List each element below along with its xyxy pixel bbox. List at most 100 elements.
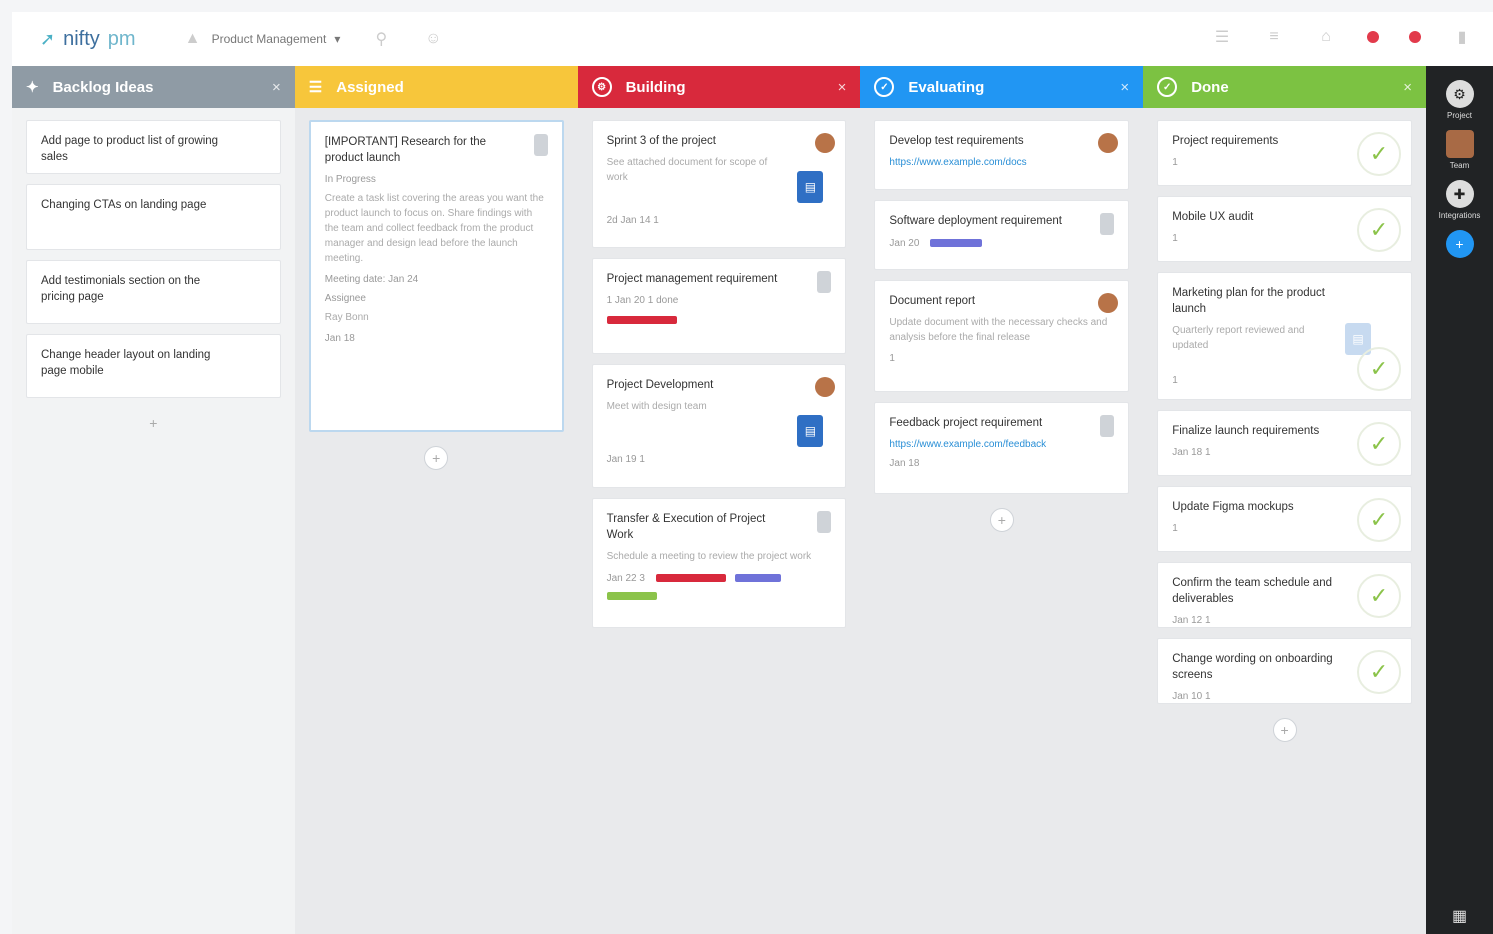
complete-check-icon[interactable]: ✓ — [1356, 498, 1401, 542]
column-header[interactable]: ✓ Done × — [1143, 66, 1426, 108]
close-icon[interactable]: × — [838, 79, 847, 96]
document-icon[interactable]: ▤ — [797, 415, 824, 447]
complete-check-icon[interactable]: ✓ — [1356, 347, 1401, 391]
complete-check-icon[interactable]: ✓ — [1356, 650, 1401, 694]
filter-icon[interactable]: ☰ — [1211, 26, 1233, 48]
task-card[interactable]: ✓ Confirm the team schedule and delivera… — [1157, 562, 1412, 628]
close-icon[interactable]: × — [272, 79, 281, 96]
task-card[interactable]: Add page to product list of growing sale… — [26, 120, 281, 174]
workspace-icon: ▲ — [184, 30, 201, 47]
task-card[interactable]: Develop test requirements https://www.ex… — [874, 120, 1130, 190]
add-card-button[interactable]: + — [1272, 718, 1297, 742]
task-title: Add page to product list of growing sale… — [41, 135, 219, 164]
task-card[interactable]: Feedback project requirement https://www… — [874, 402, 1130, 494]
assignee-icon — [817, 271, 832, 293]
column-title: Building — [625, 78, 686, 96]
column-header[interactable]: ✓ Evaluating × — [860, 66, 1144, 108]
task-card[interactable]: ▤ Sprint 3 of the project See attached d… — [591, 120, 847, 248]
avatar — [1098, 293, 1119, 313]
task-card[interactable]: ✓ Project requirements 1 — [1157, 120, 1412, 186]
notification-dot-icon[interactable] — [1367, 31, 1379, 43]
task-meta: Jan 12 1 — [1172, 615, 1211, 627]
task-link[interactable]: https://www.example.com/docs — [889, 157, 1114, 168]
task-card[interactable]: Software deployment requirement Jan 20 — [874, 200, 1130, 270]
task-card[interactable]: ✓ Change wording on onboarding screens J… — [1157, 638, 1412, 704]
column-header[interactable]: ☰ Assigned — [294, 66, 578, 108]
task-card[interactable]: Changing CTAs on landing page — [26, 184, 281, 250]
rail-item-add[interactable]: + — [1445, 230, 1474, 258]
rail-item-integrations[interactable]: ✚ Integrations — [1439, 180, 1480, 220]
task-meta: 1 — [889, 353, 895, 365]
rail-item-team[interactable]: Team — [1445, 130, 1474, 170]
column-title: Assigned — [336, 78, 404, 96]
assignee-icon — [533, 134, 548, 156]
menu-icon[interactable]: ▮ — [1451, 26, 1473, 48]
task-title: [IMPORTANT] Research for the product lau… — [324, 136, 487, 165]
column-title: Done — [1191, 78, 1229, 96]
home-icon[interactable]: ⌂ — [1315, 26, 1337, 48]
task-meta: 1 Jan 20 1 done — [606, 295, 679, 307]
task-card[interactable]: Transfer & Execution of Project Work Sch… — [591, 498, 847, 628]
task-card[interactable]: ✓ Finalize launch requirements Jan 18 1 — [1157, 410, 1412, 476]
task-owner: Ray Bonn — [324, 312, 369, 324]
task-date: Jan 18 — [324, 333, 355, 345]
column-header[interactable]: ✦ Backlog Ideas × — [12, 66, 295, 108]
close-icon[interactable]: × — [1120, 79, 1129, 96]
task-status: In Progress — [324, 174, 376, 186]
task-card[interactable]: Add testimonials section on the pricing … — [26, 260, 281, 324]
label-tag — [735, 574, 782, 583]
top-bar: ➚ nifty pm ▲ Product Management ▾ ⚲ ☺ ☰ ≡… — [12, 12, 1493, 66]
rail-item-project[interactable]: ⚙ Project — [1445, 80, 1474, 120]
avatar — [1098, 133, 1119, 153]
task-link[interactable]: https://www.example.com/feedback — [889, 439, 1114, 450]
logo-text: nifty — [63, 27, 100, 50]
grid-icon[interactable]: ▦ — [1452, 906, 1467, 926]
task-card[interactable]: ✓ Mobile UX audit 1 — [1157, 196, 1412, 262]
add-card-button[interactable]: + — [989, 508, 1014, 532]
kanban-board: ✦ Backlog Ideas × Add page to product li… — [12, 66, 1426, 934]
add-card-button[interactable]: + — [141, 412, 165, 436]
add-card-button[interactable]: + — [424, 446, 449, 470]
document-icon[interactable]: ▤ — [797, 171, 824, 203]
gear-icon: ⚙ — [1445, 80, 1474, 108]
task-card[interactable]: Document report Update document with the… — [874, 280, 1130, 392]
right-rail: ⚙ Project Team ✚ Integrations + ▦ — [1426, 66, 1493, 934]
task-card[interactable]: Project management requirement 1 Jan 20 … — [591, 258, 847, 354]
search-icon[interactable]: ⚲ — [370, 28, 392, 50]
column-header[interactable]: ⚙ Building × — [577, 66, 861, 108]
assignee-icon — [1100, 415, 1115, 437]
column-title: Evaluating — [908, 78, 985, 96]
task-card[interactable]: Change header layout on landing page mob… — [26, 334, 281, 398]
task-card[interactable]: ✓ Update Figma mockups 1 — [1157, 486, 1412, 552]
rail-label: Team — [1449, 161, 1470, 170]
task-title: Document report — [889, 295, 976, 307]
column-backlog: ✦ Backlog Ideas × Add page to product li… — [12, 66, 295, 934]
task-card[interactable]: ▤ ✓ Marketing plan for the product launc… — [1157, 272, 1412, 400]
column-title: Backlog Ideas — [52, 78, 154, 96]
topbar-actions: ☰ ≡ ⌂ ▮ — [1211, 26, 1473, 48]
puzzle-icon: ✚ — [1445, 180, 1474, 208]
task-card[interactable]: [IMPORTANT] Research for the product lau… — [308, 120, 564, 432]
app-window: ➚ nifty pm ▲ Product Management ▾ ⚲ ☺ ☰ ≡… — [12, 12, 1493, 934]
complete-check-icon[interactable]: ✓ — [1356, 132, 1401, 176]
list-icon[interactable]: ≡ — [1263, 26, 1285, 48]
avatar — [815, 133, 836, 153]
user-icon[interactable]: ☺ — [422, 28, 444, 50]
task-description: Schedule a meeting to review the project… — [606, 551, 812, 563]
label-tag — [606, 592, 657, 601]
task-title: Changing CTAs on landing page — [41, 199, 207, 211]
alert-dot-icon[interactable] — [1409, 31, 1421, 43]
complete-check-icon[interactable]: ✓ — [1356, 574, 1401, 618]
close-icon[interactable]: × — [1403, 79, 1412, 96]
workspace-selector[interactable]: ▲ Product Management ▾ — [182, 28, 341, 50]
logo[interactable]: ➚ nifty pm — [40, 28, 136, 51]
task-card[interactable]: ▤ Project Development Meet with design t… — [591, 364, 847, 488]
complete-check-icon[interactable]: ✓ — [1356, 208, 1401, 252]
check-icon: ✓ — [1157, 77, 1178, 97]
gear-icon: ⚙ — [591, 77, 612, 97]
assignee-icon — [1100, 213, 1115, 235]
task-meta: Jan 19 1 — [606, 454, 645, 466]
label-tag — [930, 239, 983, 248]
task-title: Develop test requirements — [889, 135, 1024, 147]
complete-check-icon[interactable]: ✓ — [1356, 422, 1401, 466]
